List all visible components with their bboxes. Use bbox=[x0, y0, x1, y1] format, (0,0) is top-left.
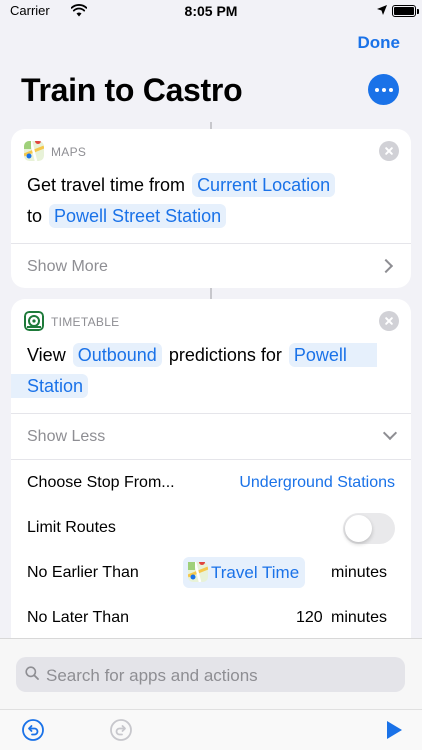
no-earlier-row: No Earlier Than Travel Time minutes bbox=[11, 550, 411, 595]
battery-tip bbox=[417, 9, 419, 14]
no-later-row: No Later Than 120 minutes bbox=[11, 595, 411, 640]
search-placeholder: Search for apps and actions bbox=[46, 666, 258, 685]
no-earlier-label: No Earlier Than bbox=[27, 564, 139, 581]
no-earlier-unit: minutes bbox=[331, 564, 388, 581]
app-name-label: MAPS bbox=[51, 145, 87, 159]
direction-parameter[interactable]: Outbound bbox=[72, 343, 162, 367]
battery-icon bbox=[392, 5, 416, 17]
search-input[interactable]: Search for apps and actions bbox=[16, 657, 405, 692]
status-bar: Carrier 8:05 PM bbox=[0, 0, 422, 24]
location-arrow-icon bbox=[377, 5, 387, 15]
card-header: TIMETABLE bbox=[11, 299, 411, 343]
no-later-unit: minutes bbox=[331, 609, 388, 626]
no-later-label: No Later Than bbox=[27, 609, 129, 626]
station-parameter[interactable]: Powell bbox=[288, 343, 377, 367]
no-earlier-parameter[interactable]: Travel Time bbox=[183, 557, 306, 588]
limit-routes-toggle[interactable] bbox=[343, 513, 395, 544]
maps-app-icon bbox=[188, 562, 208, 582]
action-text-prefix: Get travel time from bbox=[27, 175, 186, 195]
action-description: Get travel time from Current Location to… bbox=[27, 170, 397, 232]
chevron-right-icon bbox=[378, 258, 394, 274]
choose-stop-label: Choose Stop From... bbox=[27, 474, 175, 491]
maps-action-card[interactable]: MAPS Get travel time from Current Locati… bbox=[11, 129, 411, 288]
more-options-button[interactable] bbox=[368, 74, 399, 105]
status-time: 8:05 PM bbox=[184, 3, 238, 19]
play-icon[interactable] bbox=[381, 718, 405, 742]
no-later-value[interactable]: 120 bbox=[296, 609, 323, 627]
redo-icon[interactable] bbox=[109, 718, 133, 742]
station-parameter-continued[interactable]: Station bbox=[11, 374, 89, 398]
remove-action-button[interactable] bbox=[379, 141, 399, 161]
remove-action-button[interactable] bbox=[379, 311, 399, 331]
chevron-down-icon bbox=[382, 425, 398, 441]
destination-parameter[interactable]: Powell Street Station bbox=[49, 204, 227, 228]
editor-toolbar bbox=[0, 709, 422, 750]
action-search-panel: Search for apps and actions bbox=[0, 638, 422, 750]
action-description: View Outbound predictions for Powell Sta… bbox=[11, 340, 411, 402]
no-earlier-value: Travel Time bbox=[211, 563, 300, 582]
choose-stop-value[interactable]: Underground Stations bbox=[239, 474, 395, 492]
choose-stop-row: Choose Stop From... Underground Stations bbox=[11, 460, 411, 505]
maps-app-icon bbox=[24, 141, 44, 161]
page-title: Train to Castro bbox=[21, 72, 243, 108]
show-more-label: Show More bbox=[27, 258, 108, 275]
limit-routes-label: Limit Routes bbox=[27, 519, 116, 536]
predictions-word: predictions for bbox=[168, 345, 282, 365]
limit-routes-row: Limit Routes bbox=[11, 505, 411, 550]
show-less-label: Show Less bbox=[27, 428, 106, 445]
action-text-prefix: View bbox=[27, 345, 66, 365]
card-header: MAPS bbox=[11, 129, 411, 173]
show-more-row[interactable]: Show More bbox=[11, 244, 411, 288]
done-button[interactable]: Done bbox=[358, 33, 401, 53]
timetable-app-icon bbox=[24, 311, 44, 331]
search-icon bbox=[25, 666, 39, 680]
app-name-label: TIMETABLE bbox=[51, 315, 120, 329]
to-word: to bbox=[27, 206, 43, 226]
undo-icon[interactable] bbox=[21, 718, 45, 742]
timetable-action-card[interactable]: TIMETABLE View Outbound predictions for … bbox=[11, 299, 411, 644]
ellipsis-icon bbox=[374, 87, 379, 92]
show-less-row[interactable]: Show Less bbox=[11, 414, 411, 459]
origin-parameter[interactable]: Current Location bbox=[192, 173, 336, 197]
